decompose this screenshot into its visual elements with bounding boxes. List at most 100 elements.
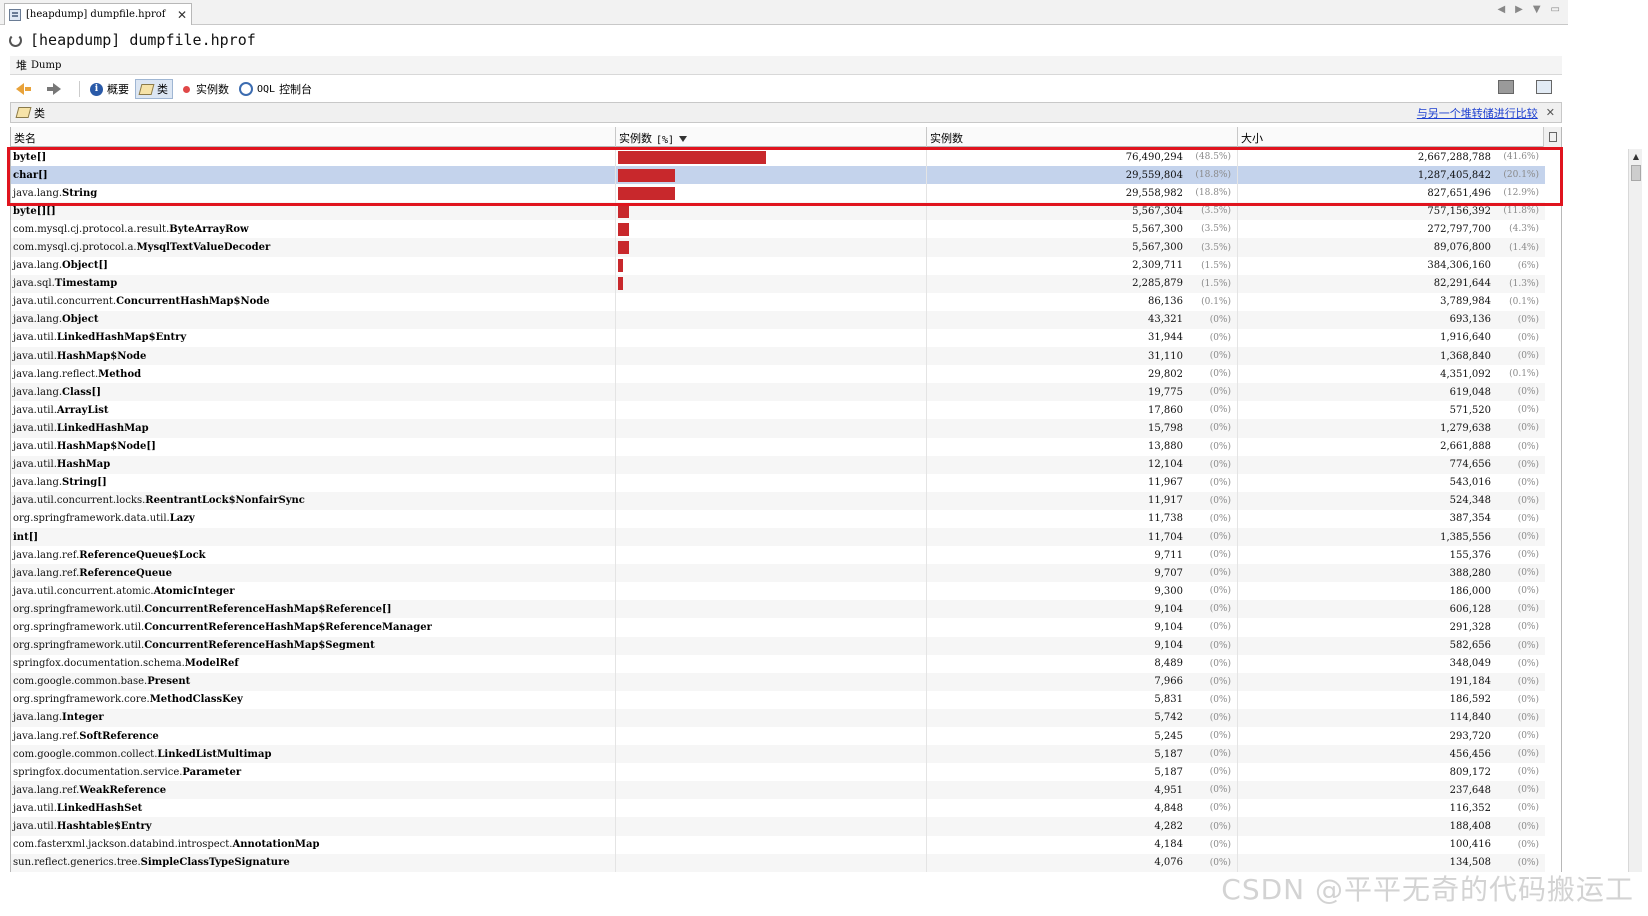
table-row[interactable]: com.google.common.base. Present 7,966 (0%) 1… bbox=[11, 672, 1545, 691]
class-name: ModelRef bbox=[184, 658, 239, 670]
instances-count-cell: 43,321 (0%) bbox=[927, 310, 1238, 329]
column-header-size[interactable]: 大小 bbox=[1238, 127, 1544, 147]
table-row[interactable]: java.util. ArrayList 17,860 (0%) 571,520 (0%) bbox=[11, 401, 1545, 420]
table-row[interactable]: java.lang.ref. ReferenceQueue$Lock 9,711 (0… bbox=[11, 546, 1545, 565]
settings-icon[interactable] bbox=[1536, 80, 1552, 94]
instances-count-cell: 2,285,879 (1.5%) bbox=[927, 274, 1238, 293]
size-percent: (0%) bbox=[1517, 731, 1539, 742]
class-name: Integer bbox=[62, 712, 104, 724]
dropdown-icon[interactable]: ▼ bbox=[1533, 4, 1541, 15]
table-row[interactable]: java.lang. Object 43,321 (0%) 693,136 (0%) bbox=[11, 310, 1545, 329]
table-row[interactable]: java.lang.ref. WeakReference 4,951 (0%) 237,… bbox=[11, 781, 1545, 800]
summary-button[interactable]: i 概要 bbox=[86, 79, 133, 99]
table-row[interactable]: java.util. HashMap$Node[] 13,880 (0%) 2,661,… bbox=[11, 437, 1545, 456]
package-name: java.lang.ref. bbox=[13, 567, 80, 579]
size-cell: 693,136 (0%) bbox=[1238, 311, 1545, 329]
size-percent: (0%) bbox=[1517, 785, 1539, 796]
package-name: java.lang.ref. bbox=[13, 730, 80, 742]
save-heap-icon[interactable] bbox=[1498, 80, 1514, 94]
oql-console-button[interactable]: OQL 控制台 bbox=[235, 79, 316, 99]
table-row[interactable]: com.mysql.cj.protocol.a. MysqlTextValueDe… bbox=[11, 238, 1545, 257]
table-row[interactable]: springfox.documentation.schema. ModelRef 8… bbox=[11, 654, 1545, 673]
instances-button[interactable]: 实例数 bbox=[175, 79, 233, 99]
dump-title-bar: [heapdump] dumpfile.hprof bbox=[0, 26, 1568, 54]
class-name: Parameter bbox=[182, 766, 242, 778]
table-row[interactable]: org.springframework.core. MethodClassKey 5… bbox=[11, 690, 1545, 709]
instances-label: 实例数 bbox=[196, 83, 229, 96]
class-name: MethodClassKey bbox=[149, 694, 243, 706]
table-row[interactable]: java.util.concurrent. ConcurrentHashMap$N… bbox=[11, 292, 1545, 311]
table-row[interactable]: java.lang. Class[] 19,775 (0%) 619,048 (0%) bbox=[11, 383, 1545, 402]
table-row[interactable]: java.lang.ref. SoftReference 5,245 (0%) 293,… bbox=[11, 727, 1545, 746]
scroll-left-icon[interactable]: ◀ bbox=[1497, 4, 1505, 15]
table-row[interactable]: java.sql. Timestamp 2,285,879 (1.5%) 82,291,… bbox=[11, 274, 1545, 293]
class-name-cell: java.lang. Object[] bbox=[11, 256, 616, 275]
table-row[interactable]: java.util. Hashtable$Entry 4,282 (0%) 188,40… bbox=[11, 817, 1545, 836]
table-row[interactable]: char[] 29,559,804 (18.8%) 1,287,405,842 (20.… bbox=[11, 166, 1545, 185]
heap-dump-subtab[interactable]: 堆 Dump bbox=[10, 56, 1562, 75]
table-row[interactable]: org.springframework.data.util. Lazy 11,738… bbox=[11, 509, 1545, 528]
table-row[interactable]: java.lang. Object[] 2,309,711 (1.5%) 384,306… bbox=[11, 256, 1545, 275]
class-name: ByteArrayRow bbox=[169, 223, 249, 235]
class-name: HashMap bbox=[56, 459, 111, 471]
back-button[interactable] bbox=[12, 79, 41, 99]
table-row[interactable]: com.mysql.cj.protocol.a.result. ByteArray… bbox=[11, 220, 1545, 239]
close-tab-icon[interactable]: ✕ bbox=[177, 8, 187, 22]
class-name-cell: java.lang. String[] bbox=[11, 473, 616, 492]
table-row[interactable]: byte[] 76,490,294 (48.5%) 2,667,288,788 (41.… bbox=[11, 148, 1545, 167]
compare-heap-dump-link[interactable]: 与另一个堆转储进行比较 bbox=[1417, 105, 1538, 121]
maximize-icon[interactable]: ▭ bbox=[1551, 4, 1560, 15]
table-row[interactable]: org.springframework.util. ConcurrentRefer… bbox=[11, 618, 1545, 637]
scroll-right-icon[interactable]: ▶ bbox=[1515, 4, 1523, 15]
table-row[interactable]: java.lang.reflect. Method 29,802 (0%) 4,351,… bbox=[11, 365, 1545, 384]
tab-heapdump[interactable]: [heapdump] dumpfile.hprof ✕ bbox=[4, 3, 192, 25]
table-row[interactable]: java.util. HashMap 12,104 (0%) 774,656 (0%) bbox=[11, 455, 1545, 474]
instances-bar-cell bbox=[616, 763, 927, 782]
table-row[interactable]: java.util. LinkedHashMap 15,798 (0%) 1,279,6… bbox=[11, 419, 1545, 438]
vertical-scrollbar[interactable]: ▲ bbox=[1628, 149, 1642, 872]
class-name: byte[][] bbox=[13, 205, 56, 217]
dump-label: Dump bbox=[31, 59, 62, 71]
table-row[interactable]: java.lang. String[] 11,967 (0%) 543,016 (0%) bbox=[11, 473, 1545, 492]
table-row[interactable]: com.fasterxml.jackson.databind.introspec… bbox=[11, 835, 1545, 854]
table-row[interactable]: springfox.documentation.service. Paramete… bbox=[11, 763, 1545, 782]
instances-percent: (0%) bbox=[1209, 513, 1231, 524]
size-percent: (0%) bbox=[1517, 459, 1539, 470]
table-row[interactable]: java.util.concurrent.atomic. AtomicIntege… bbox=[11, 582, 1545, 601]
summary-label: 概要 bbox=[107, 83, 129, 96]
column-header-instances[interactable]: 实例数 bbox=[927, 127, 1238, 147]
instances-bar-cell bbox=[616, 473, 927, 492]
instances-bar-cell bbox=[616, 365, 927, 384]
table-row[interactable]: java.util. LinkedHashMap$Entry 31,944 (0%) 1… bbox=[11, 328, 1545, 348]
table-row[interactable]: org.springframework.util. ConcurrentRefer… bbox=[11, 600, 1545, 619]
table-row[interactable]: java.lang. Integer 5,742 (0%) 114,840 (0%) bbox=[11, 708, 1545, 727]
table-row[interactable]: java.util.concurrent.locks. ReentrantLock… bbox=[11, 491, 1545, 510]
table-row[interactable]: java.lang. String 29,558,982 (18.8%) 827,651… bbox=[11, 184, 1545, 203]
class-name-cell: springfox.documentation.service. Paramete… bbox=[11, 763, 616, 782]
column-header-class-name[interactable]: 类名 bbox=[11, 127, 616, 147]
class-name-cell: java.util. LinkedHashMap$Entry bbox=[11, 328, 616, 348]
class-name: AtomicInteger bbox=[153, 585, 235, 597]
column-header-instances-pct[interactable]: 实例数 [%] bbox=[616, 127, 927, 147]
forward-button[interactable] bbox=[43, 79, 71, 99]
table-row[interactable]: java.lang.ref. ReferenceQueue 9,707 (0%) 388… bbox=[11, 564, 1545, 583]
column-selector-button[interactable] bbox=[1544, 127, 1561, 147]
instances-bar-cell bbox=[616, 383, 927, 402]
table-row[interactable]: org.springframework.util. ConcurrentRefer… bbox=[11, 636, 1545, 655]
classes-button[interactable]: 类 bbox=[135, 79, 173, 99]
scroll-up-icon[interactable]: ▲ bbox=[1629, 149, 1643, 163]
scrollbar-thumb[interactable] bbox=[1631, 165, 1641, 181]
table-row[interactable]: java.util. HashMap$Node 31,110 (0%) 1,368,84… bbox=[11, 347, 1545, 366]
class-name-cell: java.lang.ref. ReferenceQueue bbox=[11, 564, 616, 583]
table-row[interactable]: java.util. LinkedHashSet 4,848 (0%) 116,352 (… bbox=[11, 799, 1545, 818]
class-name: Object[] bbox=[62, 260, 108, 272]
size-cell: 291,328 (0%) bbox=[1238, 618, 1545, 636]
table-row[interactable]: byte[][] 5,567,304 (3.5%) 757,156,392 (11.8%… bbox=[11, 202, 1545, 221]
close-panel-icon[interactable]: ✕ bbox=[1546, 106, 1555, 119]
size-value: 293,720 bbox=[1449, 730, 1491, 742]
table-row[interactable]: sun.reflect.generics.tree. SimpleClassTyp… bbox=[11, 853, 1545, 872]
size-cell: 4,351,092 (0.1%) bbox=[1238, 365, 1545, 383]
size-percent: (0%) bbox=[1517, 694, 1539, 705]
table-row[interactable]: int[] 11,704 (0%) 1,385,556 (0%) bbox=[11, 527, 1545, 547]
table-row[interactable]: com.google.common.collect. LinkedListMult… bbox=[11, 745, 1545, 764]
